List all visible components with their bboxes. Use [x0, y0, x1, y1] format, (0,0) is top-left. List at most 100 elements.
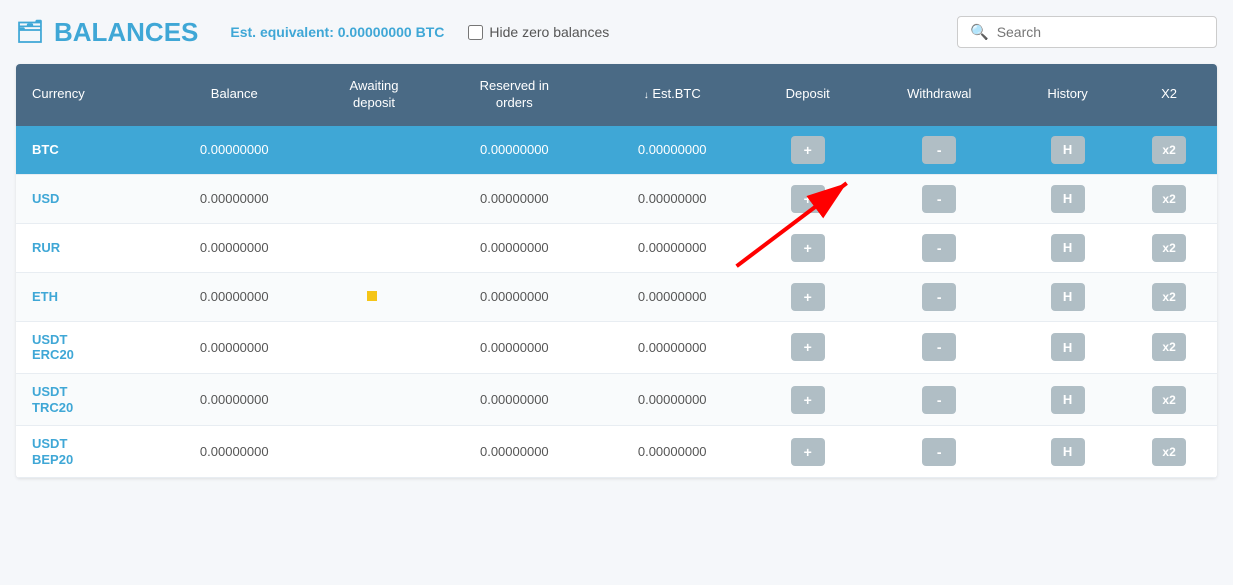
deposit-button[interactable]: + — [791, 185, 825, 213]
cell-withdrawal: - — [864, 126, 1013, 175]
page-wrapper: 🗂 BALANCES Est. equivalent: 0.00000000 B… — [0, 0, 1233, 585]
currency-link[interactable]: ETH — [32, 289, 58, 305]
currency-link[interactable]: RUR — [32, 240, 60, 256]
withdrawal-button[interactable]: - — [922, 283, 956, 311]
cell-reserved: 0.00000000 — [435, 426, 593, 478]
balances-table-container: Currency Balance Awaitingdeposit Reserve… — [16, 64, 1217, 478]
history-button[interactable]: H — [1051, 185, 1085, 213]
header: 🗂 BALANCES Est. equivalent: 0.00000000 B… — [16, 16, 1217, 48]
history-button[interactable]: H — [1051, 438, 1085, 466]
x2-button[interactable]: x2 — [1152, 333, 1186, 361]
currency-link[interactable]: USDTERC20 — [32, 332, 74, 363]
table-row: USD 0.00000000 0.00000000 0.00000000 + -… — [16, 174, 1217, 223]
col-withdrawal: Withdrawal — [864, 64, 1013, 126]
cell-estbtc: 0.00000000 — [594, 321, 751, 373]
history-button[interactable]: H — [1051, 234, 1085, 262]
col-currency: Currency — [16, 64, 156, 126]
cell-x2: x2 — [1121, 321, 1217, 373]
x2-button[interactable]: x2 — [1152, 386, 1186, 414]
deposit-button[interactable]: + — [791, 283, 825, 311]
cell-x2: x2 — [1121, 126, 1217, 175]
cell-history: H — [1014, 272, 1121, 321]
cell-balance: 0.00000000 — [156, 272, 313, 321]
withdrawal-button[interactable]: - — [922, 438, 956, 466]
x2-button[interactable]: x2 — [1152, 283, 1186, 311]
cell-withdrawal: - — [864, 174, 1013, 223]
table-header-row: Currency Balance Awaitingdeposit Reserve… — [16, 64, 1217, 126]
cell-deposit: + — [751, 373, 865, 425]
cell-estbtc: 0.00000000 — [594, 126, 751, 175]
cell-balance: 0.00000000 — [156, 174, 313, 223]
cell-currency: RUR — [16, 223, 156, 272]
cell-awaiting — [313, 272, 435, 321]
cell-x2: x2 — [1121, 223, 1217, 272]
cell-reserved: 0.00000000 — [435, 174, 593, 223]
cell-history: H — [1014, 426, 1121, 478]
withdrawal-button[interactable]: - — [922, 136, 956, 164]
col-x2: X2 — [1121, 64, 1217, 126]
currency-link[interactable]: USDTTRC20 — [32, 384, 73, 415]
cell-balance: 0.00000000 — [156, 126, 313, 175]
search-box[interactable]: 🔍 — [957, 16, 1217, 48]
col-reserved: Reserved inorders — [435, 64, 593, 126]
withdrawal-button[interactable]: - — [922, 234, 956, 262]
col-deposit: Deposit — [751, 64, 865, 126]
cell-reserved: 0.00000000 — [435, 223, 593, 272]
cell-currency: USDTTRC20 — [16, 373, 156, 425]
history-button[interactable]: H — [1051, 136, 1085, 164]
cell-x2: x2 — [1121, 426, 1217, 478]
cell-awaiting — [313, 174, 435, 223]
search-icon: 🔍 — [970, 23, 989, 41]
table-row: USDTBEP20 0.00000000 0.00000000 0.000000… — [16, 426, 1217, 478]
cell-reserved: 0.00000000 — [435, 321, 593, 373]
table-row: ETH 0.00000000 0.00000000 0.00000000 + -… — [16, 272, 1217, 321]
est-equivalent: Est. equivalent: 0.00000000 BTC — [230, 24, 444, 40]
currency-link[interactable]: BTC — [32, 142, 59, 158]
title-text: BALANCES — [54, 17, 198, 48]
x2-button[interactable]: x2 — [1152, 185, 1186, 213]
cell-withdrawal: - — [864, 272, 1013, 321]
cell-deposit: + — [751, 426, 865, 478]
cell-history: H — [1014, 174, 1121, 223]
balances-table: Currency Balance Awaitingdeposit Reserve… — [16, 64, 1217, 478]
withdrawal-button[interactable]: - — [922, 386, 956, 414]
history-button[interactable]: H — [1051, 333, 1085, 361]
x2-button[interactable]: x2 — [1152, 438, 1186, 466]
cell-reserved: 0.00000000 — [435, 126, 593, 175]
cell-x2: x2 — [1121, 373, 1217, 425]
cell-deposit: + — [751, 321, 865, 373]
search-input[interactable] — [997, 24, 1204, 40]
deposit-button[interactable]: + — [791, 438, 825, 466]
table-row: BTC 0.00000000 0.00000000 0.00000000 + -… — [16, 126, 1217, 175]
cell-deposit: + — [751, 272, 865, 321]
cell-estbtc: 0.00000000 — [594, 174, 751, 223]
cell-history: H — [1014, 321, 1121, 373]
cell-currency: USDTBEP20 — [16, 426, 156, 478]
deposit-button[interactable]: + — [791, 386, 825, 414]
x2-button[interactable]: x2 — [1152, 234, 1186, 262]
cell-estbtc: 0.00000000 — [594, 373, 751, 425]
withdrawal-button[interactable]: - — [922, 333, 956, 361]
hide-zero-balances[interactable]: Hide zero balances — [468, 24, 609, 40]
history-button[interactable]: H — [1051, 386, 1085, 414]
cell-balance: 0.00000000 — [156, 223, 313, 272]
cell-history: H — [1014, 126, 1121, 175]
table-row: USDTERC20 0.00000000 0.00000000 0.000000… — [16, 321, 1217, 373]
deposit-button[interactable]: + — [791, 234, 825, 262]
currency-link[interactable]: USD — [32, 191, 59, 207]
hide-zero-checkbox[interactable] — [468, 25, 483, 40]
withdrawal-button[interactable]: - — [922, 185, 956, 213]
currency-link[interactable]: USDTBEP20 — [32, 436, 73, 467]
cell-history: H — [1014, 373, 1121, 425]
cell-withdrawal: - — [864, 373, 1013, 425]
cell-estbtc: 0.00000000 — [594, 272, 751, 321]
cell-withdrawal: - — [864, 321, 1013, 373]
deposit-button[interactable]: + — [791, 136, 825, 164]
deposit-button[interactable]: + — [791, 333, 825, 361]
x2-button[interactable]: x2 — [1152, 136, 1186, 164]
cell-x2: x2 — [1121, 272, 1217, 321]
cell-balance: 0.00000000 — [156, 373, 313, 425]
wallet-icon: 🗂 — [16, 19, 44, 45]
cell-deposit: + — [751, 223, 865, 272]
history-button[interactable]: H — [1051, 283, 1085, 311]
